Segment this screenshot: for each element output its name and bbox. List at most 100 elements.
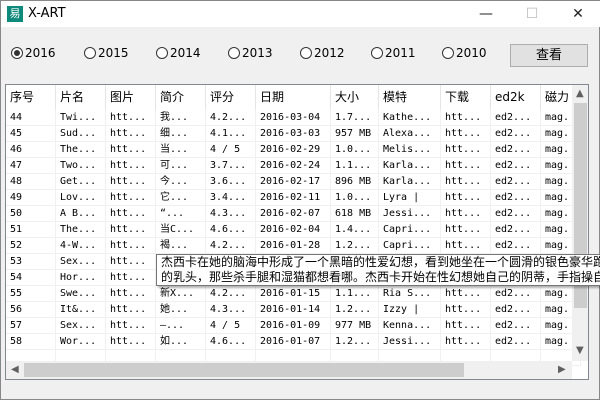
table-cell: Two...	[56, 158, 106, 174]
column-header[interactable]: 序号	[6, 85, 56, 110]
table-cell: 54	[6, 270, 56, 286]
table-cell: Capri...	[379, 238, 441, 254]
radio-icon[interactable]	[228, 47, 240, 59]
table-cell: htt...	[106, 222, 156, 238]
column-header[interactable]: 简介	[156, 85, 206, 110]
table-cell: 我...	[156, 110, 206, 126]
table-cell: 褐...	[156, 238, 206, 254]
table-cell: htt...	[106, 238, 156, 254]
column-header[interactable]: 评分	[206, 85, 256, 110]
radio-icon[interactable]	[442, 47, 454, 59]
table-row[interactable]: 56 It&... htt... 她... 4.3... 2016-01-14 1.2...…	[6, 302, 581, 318]
table-row[interactable]: 57 Sex... htt... —... 4 / 5 2016-01-09 977 MB K…	[6, 318, 581, 334]
scroll-left-icon[interactable]: ◀	[11, 364, 19, 375]
table-cell: 977 MB	[331, 318, 379, 334]
table-cell: Sex...	[56, 318, 106, 334]
table-cell: 46	[6, 142, 56, 158]
table-cell: “...	[156, 206, 206, 222]
table-row[interactable]: 50 A B... htt... “... 4.3... 2016-02-07 618 MB…	[6, 206, 581, 222]
table-cell: 它...	[156, 190, 206, 206]
table-cell: 1.7...	[331, 110, 379, 126]
close-button[interactable]: ✕	[555, 1, 600, 27]
horizontal-scrollbar[interactable]: ◀ ▶	[6, 361, 572, 379]
table-cell: ed2...	[491, 158, 541, 174]
table-row[interactable]: 48 Get... htt... 今... 3.6... 2016-02-17 896 MB…	[6, 174, 581, 190]
table-cell: htt...	[441, 318, 491, 334]
table-cell: The...	[56, 142, 106, 158]
minimize-button[interactable]: —	[463, 1, 509, 27]
table-cell: ed2...	[491, 302, 541, 318]
table-cell: htt...	[106, 318, 156, 334]
scroll-down-icon[interactable]: ▼	[576, 345, 584, 356]
radio-icon[interactable]	[300, 47, 312, 59]
table-cell: Capri...	[379, 222, 441, 238]
table-cell: Kenna...	[379, 318, 441, 334]
radio-icon[interactable]	[156, 47, 168, 59]
table-cell: 53	[6, 254, 56, 270]
column-header[interactable]: 大小	[331, 85, 379, 110]
vertical-scrollbar[interactable]: ▲ ▼	[572, 85, 588, 361]
table-row[interactable]: 46 The... htt... 当... 4 / 5 2016-02-29 1.0... M…	[6, 142, 581, 158]
table-cell: 3.7...	[206, 158, 256, 174]
table-cell: ed2...	[491, 222, 541, 238]
table-cell: Get...	[56, 174, 106, 190]
radio-icon[interactable]	[11, 47, 23, 59]
table-cell: htt...	[441, 334, 491, 350]
table-cell: Lov...	[56, 190, 106, 206]
year-radio-2010[interactable]: 2010	[442, 46, 487, 60]
table-row[interactable]: 51 The... htt... 当C... 4.6... 2016-02-04 1.4..…	[6, 222, 581, 238]
column-header[interactable]: 下载	[441, 85, 491, 110]
column-header[interactable]: 模特	[379, 85, 441, 110]
column-header[interactable]: 图片	[106, 85, 156, 110]
table-cell: 896 MB	[331, 174, 379, 190]
table-cell: htt...	[106, 158, 156, 174]
table-cell: Sud...	[56, 126, 106, 142]
table-row[interactable]: 47 Two... htt... 可... 3.7... 2016-02-24 1.1...…	[6, 158, 581, 174]
table-cell: htt...	[106, 126, 156, 142]
table-cell: 957 MB	[331, 126, 379, 142]
horizontal-scroll-thumb[interactable]	[24, 363, 464, 377]
view-button[interactable]: 查看	[510, 44, 588, 67]
scroll-right-icon[interactable]: ▶	[558, 364, 566, 375]
tooltip-line: 的乳头，那些杀手腿和湿猫都想看哪。杰西卡开始在性幻想她自己的阴蒂，手指操自	[161, 270, 600, 284]
year-radio-2016[interactable]: 2016	[11, 46, 56, 60]
table-cell: htt...	[441, 174, 491, 190]
year-radio-2012[interactable]: 2012	[300, 46, 345, 60]
scroll-up-icon[interactable]: ▲	[576, 88, 584, 99]
table-cell: 4 / 5	[206, 142, 256, 158]
radio-icon[interactable]	[371, 47, 383, 59]
table-cell: htt...	[106, 254, 156, 270]
table-cell: htt...	[106, 270, 156, 286]
year-radio-2011[interactable]: 2011	[371, 46, 416, 60]
radio-icon[interactable]	[84, 47, 96, 59]
table-cell: 1.2...	[331, 334, 379, 350]
table-row[interactable]: 44 Twi... htt... 我... 4.2... 2016-03-04 1.7...…	[6, 110, 581, 126]
table-cell: htt...	[441, 126, 491, 142]
table-cell: 49	[6, 190, 56, 206]
year-radio-2013[interactable]: 2013	[228, 46, 273, 60]
maximize-button[interactable]: ☐	[509, 1, 555, 27]
table-cell: 2016-01-09	[256, 318, 331, 334]
table-row[interactable]: 45 Sud... htt... 细... 4.1... 2016-03-03 957 MB…	[6, 126, 581, 142]
table-cell: 2016-02-29	[256, 142, 331, 158]
column-header[interactable]: ed2k	[491, 85, 541, 110]
table-row[interactable]: 52 4-W... htt... 褐... 4.2... 2016-01-28 1.2...…	[6, 238, 581, 254]
table-row[interactable]: 49 Lov... htt... 它... 3.4... 2016-02-11 1.0...…	[6, 190, 581, 206]
table-cell: 52	[6, 238, 56, 254]
table-cell: 当...	[156, 142, 206, 158]
column-header[interactable]: 日期	[256, 85, 331, 110]
table-cell: 如...	[156, 334, 206, 350]
table-row[interactable]: 55 Swe... htt... 新X... 4.2... 2016-01-15 1.1..…	[6, 286, 581, 302]
radio-label: 2011	[385, 46, 416, 60]
column-header[interactable]: 片名	[56, 85, 106, 110]
tooltip-line: 杰西卡在她的脑海中形成了一个黑暗的性爱幻想，看到她坐在一个圆滑的银色豪华跑	[161, 255, 600, 269]
table-cell: Lyra |	[379, 190, 441, 206]
table-cell: 57	[6, 318, 56, 334]
year-radio-2015[interactable]: 2015	[84, 46, 129, 60]
table-cell: 3.6...	[206, 174, 256, 190]
table-row[interactable]: 58 Wor... htt... 如... 4.6... 2016-01-07 1.2...…	[6, 334, 581, 350]
table-cell: Karla...	[379, 174, 441, 190]
table-cell: 2016-03-04	[256, 110, 331, 126]
year-radio-2014[interactable]: 2014	[156, 46, 201, 60]
table-cell: 2016-02-17	[256, 174, 331, 190]
